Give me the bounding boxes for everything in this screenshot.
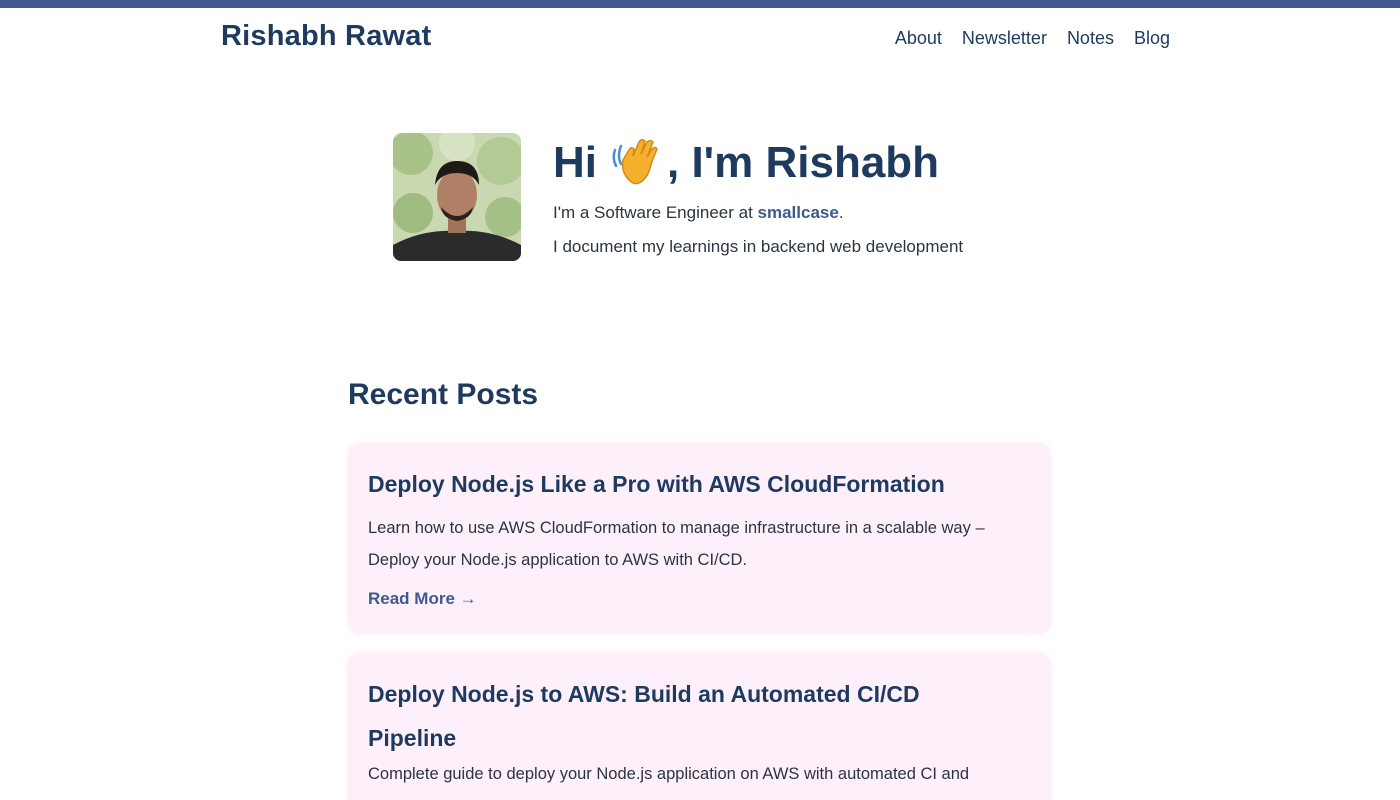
profile-photo-icon — [393, 133, 521, 261]
nav-blog[interactable]: Blog — [1134, 28, 1170, 49]
hero-heading: Hi , I'm Rishabh — [553, 138, 939, 190]
post-description: Learn how to use AWS CloudFormation to m… — [368, 519, 985, 569]
hero-tagline: I document my learnings in backend web d… — [553, 237, 964, 256]
role-suffix: . — [838, 203, 844, 222]
top-accent-bar — [0, 0, 1400, 8]
greeting-suffix: , I'm Rishabh — [667, 138, 940, 187]
post-card: Deploy Node.js to AWS: Build an Automate… — [348, 653, 1051, 800]
company-link[interactable]: smallcase — [758, 203, 839, 222]
post-title-link[interactable]: Deploy Node.js to AWS: Build an Automate… — [368, 672, 968, 760]
waving-hand-icon — [609, 136, 661, 186]
greeting-prefix: Hi — [553, 138, 597, 187]
post-card: Deploy Node.js Like a Pro with AWS Cloud… — [348, 443, 1051, 634]
role-text: I'm a Software Engineer at — [553, 203, 758, 222]
avatar — [393, 133, 521, 261]
recent-posts-title: Recent Posts — [348, 378, 539, 411]
post-description: Complete guide to deploy your Node.js ap… — [368, 765, 970, 783]
post-title-link[interactable]: Deploy Node.js Like a Pro with AWS Cloud… — [368, 462, 1031, 506]
read-more-link[interactable]: Read More → — [368, 589, 477, 609]
hero-role-line: I'm a Software Engineer at smallcase. — [553, 203, 844, 223]
nav-notes[interactable]: Notes — [1067, 28, 1114, 49]
nav-newsletter[interactable]: Newsletter — [962, 28, 1047, 49]
main-nav: About Newsletter Notes Blog — [895, 28, 1170, 49]
nav-about[interactable]: About — [895, 28, 942, 49]
site-title-link[interactable]: Rishabh Rawat — [221, 20, 431, 53]
